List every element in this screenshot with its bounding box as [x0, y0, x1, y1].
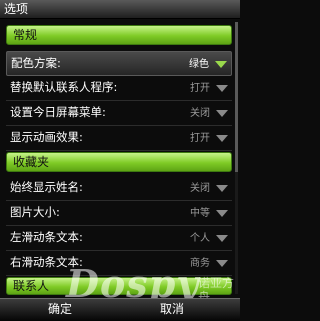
setting-label: 图片大小: [10, 205, 60, 219]
setting-value: 关闭 [190, 108, 210, 119]
setting-value: 打开 [190, 133, 210, 144]
section-label: 联系人 [13, 279, 50, 293]
scrollbar-thumb[interactable] [235, 22, 238, 172]
dropdown-arrow-icon[interactable] [216, 135, 228, 142]
setting-value: 打开 [190, 83, 210, 94]
setting-label: 配色方案: [11, 56, 61, 70]
setting-value: 个人 [190, 233, 210, 244]
dropdown-arrow-icon[interactable] [215, 61, 227, 68]
section-label: 常规 [13, 28, 38, 42]
dropdown-arrow-icon[interactable] [216, 235, 228, 242]
section-header-favorites: 收藏夹 [6, 152, 232, 172]
title-bar: 选项 [0, 0, 240, 19]
scrollbar[interactable] [235, 22, 238, 294]
setting-always-show-name[interactable]: 始终显示姓名: 关闭 [6, 176, 232, 201]
section-label: 收藏夹 [13, 155, 50, 169]
setting-value: 中等 [190, 208, 210, 219]
dropdown-arrow-icon[interactable] [216, 185, 228, 192]
setting-value: 关闭 [190, 183, 210, 194]
setting-left-slider-text[interactable]: 左滑动条文本: 个人 [6, 226, 232, 251]
setting-label: 设置今日屏幕菜单: [10, 105, 106, 119]
dropdown-arrow-icon[interactable] [216, 210, 228, 217]
setting-replace-contacts[interactable]: 替换默认联系人程序: 打开 [6, 76, 232, 101]
section-header-contacts: 联系人 [6, 277, 232, 295]
dropdown-arrow-icon[interactable] [216, 110, 228, 117]
dropdown-arrow-icon[interactable] [216, 260, 228, 267]
setting-value: 商务 [190, 258, 210, 269]
setting-image-size[interactable]: 图片大小: 中等 [6, 201, 232, 226]
setting-today-menu[interactable]: 设置今日屏幕菜单: 关闭 [6, 101, 232, 126]
setting-label: 显示动画效果: [10, 130, 83, 144]
setting-label: 左滑动条文本: [10, 230, 83, 244]
setting-label: 右滑动条文本: [10, 255, 83, 269]
page-title: 选项 [4, 2, 29, 16]
cancel-button[interactable]: 取消 [160, 301, 184, 318]
setting-animation[interactable]: 显示动画效果: 打开 [6, 126, 232, 151]
section-header-general: 常规 [6, 25, 232, 45]
setting-label: 替换默认联系人程序: [10, 80, 118, 94]
setting-color-scheme[interactable]: 配色方案: 绿色 [6, 51, 232, 76]
softkey-bar: 确定 取消 [0, 298, 240, 321]
setting-right-slider-text[interactable]: 右滑动条文本: 商务 [6, 251, 232, 276]
setting-value: 绿色 [189, 59, 209, 70]
dropdown-arrow-icon[interactable] [216, 85, 228, 92]
ok-button[interactable]: 确定 [48, 301, 72, 318]
setting-label: 始终显示姓名: [10, 180, 83, 194]
